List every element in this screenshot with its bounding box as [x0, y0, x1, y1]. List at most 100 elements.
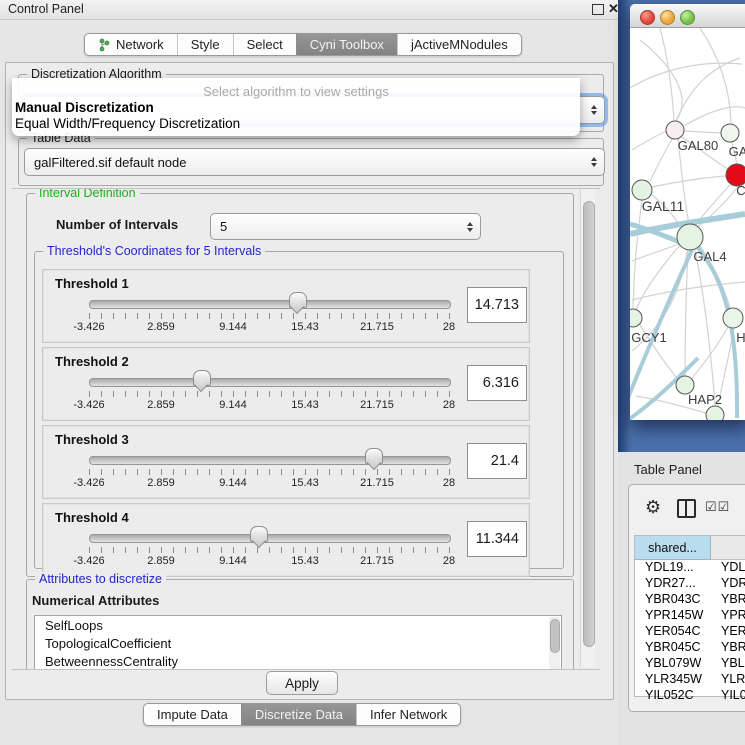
threshold-slider-thumb[interactable]: [289, 292, 307, 308]
slider-tick-label: 28: [443, 555, 455, 567]
table-row[interactable]: YER054CYER0: [635, 624, 745, 640]
popup-option-manual-discretization[interactable]: Manual Discretization: [15, 100, 154, 115]
table-cell: YDL19...: [635, 560, 711, 576]
tab-select[interactable]: Select: [233, 34, 296, 55]
network-node-gcy1[interactable]: [630, 309, 642, 327]
threshold-value-field[interactable]: 6.316: [467, 365, 527, 401]
attributes-list-scrollbar[interactable]: [549, 617, 560, 669]
threshold-value-field[interactable]: 21.4: [467, 443, 527, 479]
network-edge[interactable]: [650, 139, 672, 181]
gear-icon[interactable]: ⚙: [645, 497, 661, 518]
slider-tick-label: 9.144: [219, 399, 247, 411]
table-row[interactable]: YBR045CYBR0: [635, 640, 745, 656]
network-window-titlebar[interactable]: [630, 4, 745, 28]
column-header-shared[interactable]: shared...: [635, 536, 711, 560]
network-node-h[interactable]: [723, 308, 743, 328]
slider-tick-label: -3.426: [73, 555, 104, 567]
network-node-ga[interactable]: [721, 124, 739, 142]
tab-cyni-toolbox[interactable]: Cyni Toolbox: [296, 34, 397, 55]
table-cell: YLR3: [711, 672, 745, 688]
network-edge[interactable]: [633, 200, 642, 308]
network-edge[interactable]: [700, 28, 731, 123]
settings-vertical-scrollbar[interactable]: [580, 189, 595, 667]
tab-jactivemnodules[interactable]: jActiveMNodules: [397, 34, 521, 55]
threshold-slider-thumb[interactable]: [250, 526, 268, 542]
network-edge[interactable]: [636, 245, 680, 310]
attribute-item[interactable]: BetweennessCentrality: [35, 652, 561, 670]
apply-button[interactable]: Apply: [266, 671, 338, 695]
network-edge[interactable]: [652, 176, 726, 187]
network-edge[interactable]: [684, 131, 721, 133]
number-of-intervals-combobox[interactable]: 5: [210, 213, 481, 240]
column-header-na[interactable]: na: [711, 536, 745, 560]
slider-tick-label: 9.144: [219, 555, 247, 567]
slider-tick-label: 2.859: [147, 477, 175, 489]
network-edge[interactable]: [632, 131, 667, 150]
tab-label: Infer Network: [370, 707, 447, 722]
tab-impute-data[interactable]: Impute Data: [144, 704, 241, 725]
select-columns-icon[interactable]: ☑☑: [705, 499, 730, 515]
network-edge[interactable]: [640, 40, 682, 121]
slider-tick-label: 21.715: [360, 477, 394, 489]
network-node-node[interactable]: [706, 406, 724, 420]
slider-tick-label: 28: [443, 321, 455, 333]
network-node-label: GAL4: [693, 249, 726, 264]
threshold-slider-track[interactable]: [89, 456, 451, 465]
threshold-value-field[interactable]: 11.344: [467, 521, 527, 557]
split-table-icon[interactable]: [677, 499, 696, 518]
table-cell: YBL0: [711, 656, 745, 672]
tab-discretize-data[interactable]: Discretize Data: [241, 704, 356, 725]
tab-infer-network[interactable]: Infer Network: [356, 704, 460, 725]
slider-tick-label: -3.426: [73, 399, 104, 411]
network-edge[interactable]: [684, 107, 745, 126]
table-row[interactable]: YPR145WYPR1: [635, 608, 745, 624]
network-canvas[interactable]: GAL80GACGAL11GAL4GCY1HHAP2: [630, 28, 745, 420]
zoom-traffic-light-icon[interactable]: [680, 10, 695, 25]
node-table[interactable]: shared...na YDL19...YDL1YDR27...YDR2YBR0…: [634, 535, 745, 697]
network-node-gal80[interactable]: [666, 121, 684, 139]
close-traffic-light-icon[interactable]: [640, 10, 655, 25]
table-row[interactable]: YDR27...YDR2: [635, 576, 745, 592]
table-row[interactable]: YDL19...YDL1: [635, 560, 745, 576]
attribute-item[interactable]: SelfLoops: [35, 616, 561, 634]
table-row[interactable]: YBL079WYBL0: [635, 656, 745, 672]
network-view-window[interactable]: GAL80GACGAL11GAL4GCY1HHAP2: [630, 4, 745, 420]
network-node-label: H: [736, 330, 745, 345]
tab-label: Impute Data: [157, 707, 228, 722]
control-panel-titlebar: Control Panel ✕: [0, 0, 620, 20]
tab-network[interactable]: Network: [85, 34, 177, 55]
threshold-slider-thumb[interactable]: [365, 448, 383, 464]
table-cell: YIL0: [711, 688, 745, 704]
slider-tick-label: -3.426: [73, 321, 104, 333]
threshold-value-field[interactable]: 14.713: [467, 287, 527, 323]
slider-tick-label: 28: [443, 399, 455, 411]
table-row[interactable]: YIL052CYIL0: [635, 688, 745, 704]
threshold-slider-track[interactable]: [89, 534, 451, 543]
float-window-icon[interactable]: [592, 4, 604, 15]
slider-tick-label: 15.43: [291, 399, 319, 411]
table-row[interactable]: YBR043CYBR0: [635, 592, 745, 608]
table-data-combobox[interactable]: galFiltered.sif default node: [24, 148, 605, 176]
tab-style[interactable]: Style: [177, 34, 233, 55]
stepper-arrows-icon: [591, 105, 597, 115]
popup-option-equal-width-frequency-discretization[interactable]: Equal Width/Frequency Discretization: [15, 116, 240, 131]
stepper-arrows-icon: [467, 222, 473, 232]
threshold-panel-1: Threshold 1-3.4262.8599.14415.4321.71528…: [42, 269, 530, 343]
network-edge[interactable]: [695, 250, 715, 406]
threshold-slider-thumb[interactable]: [193, 370, 211, 386]
numerical-attributes-list[interactable]: SelfLoopsTopologicalCoefficientBetweenne…: [34, 615, 562, 670]
network-node-gal11[interactable]: [632, 180, 652, 200]
threshold-slider-track[interactable]: [89, 300, 451, 309]
slider-tick-label: 28: [443, 477, 455, 489]
slider-tick-label: 21.715: [360, 321, 394, 333]
network-node-gal4[interactable]: [677, 224, 703, 250]
threshold-panel-4: Threshold 4-3.4262.8599.14415.4321.71528…: [42, 503, 530, 577]
threshold-panel-2: Threshold 2-3.4262.8599.14415.4321.71528…: [42, 347, 530, 421]
threshold-label: Threshold 2: [55, 354, 129, 369]
tab-label: Select: [247, 37, 283, 52]
table-row[interactable]: YLR345WYLR3: [635, 672, 745, 688]
minimize-traffic-light-icon[interactable]: [660, 10, 675, 25]
network-graph: GAL80GACGAL11GAL4GCY1HHAP2: [630, 28, 745, 420]
threshold-slider-track[interactable]: [89, 378, 451, 387]
attribute-item[interactable]: TopologicalCoefficient: [35, 634, 561, 652]
